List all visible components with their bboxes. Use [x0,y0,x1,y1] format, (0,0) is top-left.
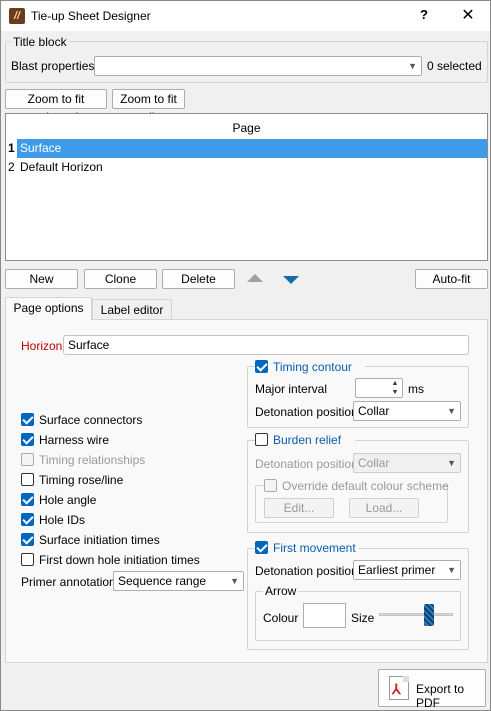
blast-properties-label: Blast properties [11,59,95,73]
title-bar: // Tie-up Sheet Designer ? ✕ [1,1,490,31]
checkbox-icon [21,433,34,446]
help-button[interactable]: ? [414,7,434,25]
row-number: 2 [8,160,15,174]
major-interval-label: Major interval [255,382,328,396]
checkbox-icon [255,433,268,446]
chevron-down-icon: ▼ [447,406,456,416]
surface-initiation-times-checkbox[interactable]: Surface initiation times [21,532,221,548]
checkbox-icon [21,453,34,466]
major-interval-spinbox[interactable]: ▲ ▼ [355,378,403,398]
selected-count: 0 selected [427,59,482,73]
edit-colour-scheme-button[interactable]: Edit... [264,498,334,518]
checkbox-icon [21,473,34,486]
tab-label-editor[interactable]: Label editor [92,299,172,320]
spin-arrows-icon[interactable]: ▲ ▼ [388,379,402,397]
horizon-label: Horizon [21,339,63,353]
first-movement-detonation-position-label: Detonation position [255,564,358,578]
pdf-icon: ⅄ [389,676,409,700]
checkbox-icon [21,533,34,546]
chevron-down-icon: ▼ [447,458,456,468]
major-interval-unit: ms [408,382,424,396]
zoom-to-fit-selected-button[interactable]: Zoom to fit selected [5,89,107,124]
timing-relationships-checkbox[interactable]: Timing relationships [21,452,221,468]
timing-contour-checkbox[interactable]: Timing contour [255,359,365,375]
burden-detonation-position-label: Detonation position [255,457,358,471]
burden-detonation-position-combo[interactable]: Collar ▼ [353,453,461,473]
timing-detonation-value: Collar [358,404,390,418]
arrow-size-slider-track[interactable] [379,613,453,616]
surface-connectors-checkbox[interactable]: Surface connectors [21,412,221,428]
page-list[interactable]: Page 1 Surface 2 Default Horizon [5,113,488,261]
page-column-header[interactable]: Page [6,118,487,140]
primer-annotation-label: Primer annotation [21,575,116,589]
move-up-icon[interactable] [247,274,263,282]
burden-detonation-value: Collar [358,456,390,470]
hole-ids-checkbox[interactable]: Hole IDs [21,512,221,528]
export-to-pdf-label: Export to PDF [416,682,465,710]
size-label: Size [351,611,375,625]
load-colour-scheme-button[interactable]: Load... [349,498,419,518]
page-row[interactable]: 2 Default Horizon [6,158,487,177]
chevron-down-icon: ▼ [447,565,456,575]
checkbox-icon [255,360,268,373]
page-row[interactable]: 1 Surface [6,139,487,158]
first-down-hole-initiation-times-checkbox[interactable]: First down hole initiation times [21,552,221,568]
new-page-button[interactable]: New [5,269,78,289]
move-down-icon[interactable] [283,276,299,284]
burden-relief-checkbox[interactable]: Burden relief [255,432,355,448]
harness-wire-checkbox[interactable]: Harness wire [21,432,221,448]
clone-page-button[interactable]: Clone [84,269,157,289]
checkbox-icon [255,541,268,554]
blast-properties-combo[interactable]: ▼ [94,56,422,76]
tie-up-sheet-designer-window: // Tie-up Sheet Designer ? ✕ Title block… [0,0,491,711]
tab-page-options[interactable]: Page options [5,297,92,320]
arrow-colour-swatch[interactable] [303,603,346,628]
zoom-to-fit-all-button[interactable]: Zoom to fit all [112,89,185,124]
primer-annotation-combo[interactable]: Sequence range ▼ [113,571,244,591]
title-block-label: Title block [11,35,69,49]
page-name: Surface [20,141,62,155]
export-to-pdf-button[interactable]: ⅄ Export to PDF [378,669,486,710]
delete-page-button[interactable]: Delete [162,269,235,289]
colour-label: Colour [263,611,299,625]
hole-angle-checkbox[interactable]: Hole angle [21,492,221,508]
chevron-down-icon: ▼ [230,576,239,586]
arrow-size-slider-thumb[interactable] [424,604,435,626]
primer-annotation-value: Sequence range [118,574,207,588]
checkbox-icon [21,493,34,506]
checkbox-icon [21,553,34,566]
horizon-field[interactable]: Surface [63,335,469,355]
timing-rose-line-checkbox[interactable]: Timing rose/line [21,472,221,488]
auto-fit-button[interactable]: Auto-fit [415,269,488,289]
first-movement-detonation-value: Earliest primer [358,563,436,577]
checkbox-icon [264,479,277,492]
first-movement-checkbox[interactable]: First movement [255,540,359,556]
page-name: Default Horizon [20,160,103,174]
timing-detonation-position-label: Detonation position [255,405,358,419]
app-icon: // [9,8,25,24]
override-default-colour-scheme-checkbox[interactable]: Override default colour scheme [264,478,449,494]
chevron-down-icon: ▼ [408,61,417,71]
first-movement-detonation-position-combo[interactable]: Earliest primer ▼ [353,560,461,580]
row-number: 1 [6,139,17,158]
checkbox-icon [21,513,34,526]
window-title: Tie-up Sheet Designer [31,9,151,23]
arrow-group-label: Arrow [263,584,299,598]
close-button[interactable]: ✕ [457,5,479,25]
timing-detonation-position-combo[interactable]: Collar ▼ [353,401,461,421]
checkbox-icon [21,413,34,426]
